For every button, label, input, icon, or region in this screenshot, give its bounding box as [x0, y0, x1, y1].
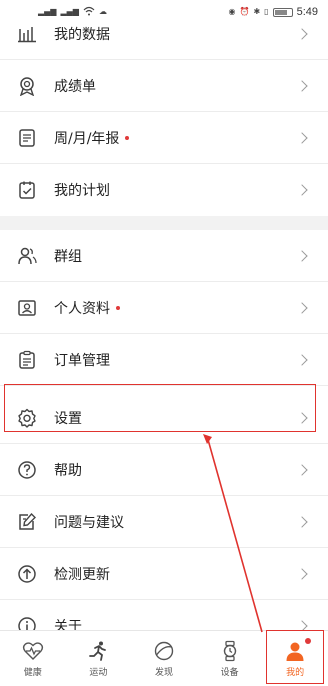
- feedback-icon: [16, 511, 38, 533]
- menu-item-label: 设置: [54, 410, 82, 427]
- menu-item-profile[interactable]: 个人资料: [0, 282, 328, 334]
- tab-label: 健康: [23, 667, 42, 678]
- cloud-icon: ☁: [98, 7, 107, 16]
- chevron-right-icon: [296, 567, 308, 580]
- chevron-right-icon: [296, 301, 308, 314]
- menu-item-transcript[interactable]: 成绩单: [0, 60, 328, 112]
- menu-item-label: 群组: [54, 248, 82, 265]
- watch-icon: [223, 640, 236, 661]
- menu-item-label: 个人资料: [54, 300, 110, 317]
- alarm-icon: ⏰: [239, 7, 250, 16]
- chevron-right-icon: [296, 184, 308, 196]
- eye-icon: ◉: [228, 7, 236, 16]
- signal-icon: ▂▄▆: [60, 7, 79, 16]
- tab-label: 发现: [154, 667, 173, 678]
- menu-item-feedback[interactable]: 问题与建议: [0, 496, 328, 548]
- status-time: 5:49: [296, 6, 318, 18]
- tab-discover[interactable]: 发现: [131, 631, 197, 686]
- tab-health[interactable]: 健康: [0, 631, 66, 686]
- discover-icon: [154, 641, 174, 660]
- menu-item-label: 帮助: [54, 462, 82, 479]
- menu-item-label: 订单管理: [54, 352, 110, 369]
- notification-dot: [125, 135, 130, 140]
- wifi-icon: [83, 6, 95, 18]
- chevron-right-icon: [296, 353, 308, 366]
- status-bar: ▂▄▆ ▂▄▆ ☁ ◉ ⏰ ✱ ▯ 5:49: [0, 0, 328, 24]
- report-icon: [16, 127, 38, 149]
- menu-item-label: 成绩单: [54, 78, 96, 95]
- menu-item-orders[interactable]: 订单管理: [0, 334, 328, 386]
- menu-item-label: 我的数据: [54, 26, 110, 43]
- plan-icon: [16, 179, 38, 201]
- menu-item-settings[interactable]: 设置: [0, 392, 328, 444]
- menu-item-my-plan[interactable]: 我的计划: [0, 164, 328, 216]
- signal-icon: ▂▄▆: [38, 7, 57, 16]
- menu-item-help[interactable]: 帮助: [0, 444, 328, 496]
- status-left: ▂▄▆ ▂▄▆ ☁: [38, 6, 107, 18]
- order-icon: [16, 349, 38, 371]
- bottom-tab-bar: 健康 运动 发现 设备 我的: [0, 630, 328, 686]
- notification-dot: [116, 305, 120, 310]
- medal-icon: [16, 75, 38, 97]
- vibrate-icon: ▯: [264, 7, 269, 16]
- bar-chart-icon: [16, 23, 38, 45]
- tab-label: 我的: [286, 667, 305, 678]
- menu-item-label: 检测更新: [54, 566, 110, 583]
- profile-icon: [16, 297, 38, 319]
- menu-item-check-update[interactable]: 检测更新: [0, 548, 328, 600]
- update-icon: [16, 563, 38, 585]
- chevron-right-icon: [296, 249, 308, 262]
- menu-item-label: 周/月/年报: [54, 130, 120, 147]
- chevron-right-icon: [296, 411, 308, 424]
- menu-item-groups[interactable]: 群组: [0, 230, 328, 282]
- menu-item-reports[interactable]: 周/月/年报: [0, 112, 328, 164]
- tab-label: 运动: [89, 667, 108, 678]
- notification-dot: [304, 638, 311, 644]
- tab-exercise[interactable]: 运动: [66, 631, 132, 686]
- gear-icon: [16, 407, 38, 429]
- menu-item-label: 我的计划: [54, 183, 110, 199]
- status-right: ◉ ⏰ ✱ ▯ 5:49: [229, 6, 318, 18]
- settings-menu-list: 我的数据 成绩单 周/月/年报 我的计划 群组 个人资料 订单管理 设置 帮助 …: [0, 8, 328, 652]
- chevron-right-icon: [296, 27, 308, 40]
- person-icon: [286, 642, 304, 661]
- help-icon: [16, 459, 38, 481]
- bluetooth-icon: ✱: [253, 7, 261, 16]
- section-divider: [0, 216, 328, 230]
- menu-item-label: 问题与建议: [54, 514, 124, 531]
- chevron-right-icon: [296, 515, 308, 528]
- heart-pulse-icon: [22, 641, 43, 660]
- tab-me[interactable]: 我的: [262, 631, 328, 686]
- tab-device[interactable]: 设备: [197, 631, 263, 686]
- runner-icon: [89, 641, 107, 661]
- chevron-right-icon: [296, 463, 308, 476]
- chevron-right-icon: [296, 131, 308, 144]
- battery-icon: [272, 7, 293, 17]
- group-icon: [16, 245, 38, 267]
- tab-label: 设备: [220, 667, 239, 678]
- chevron-right-icon: [296, 79, 308, 92]
